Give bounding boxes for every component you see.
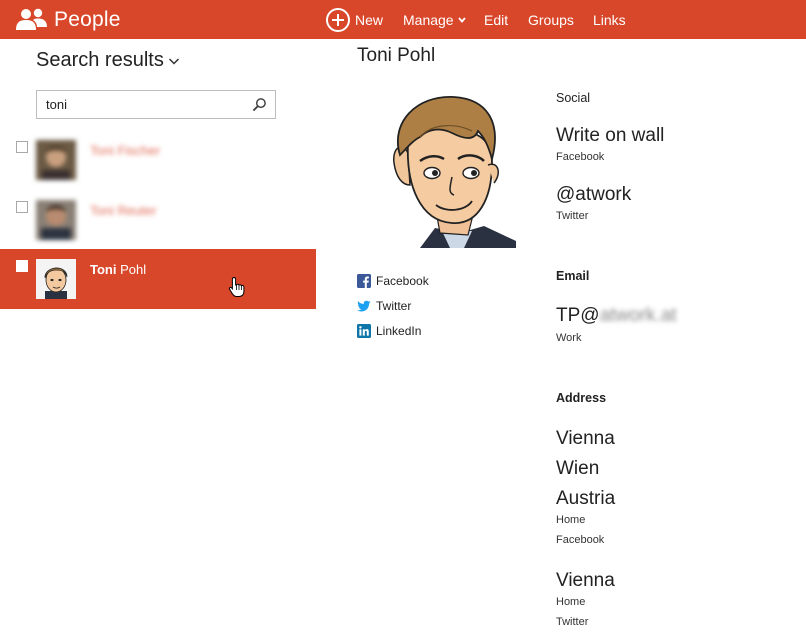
contact-portrait	[380, 93, 516, 248]
result-checkbox[interactable]	[16, 201, 28, 213]
social-value[interactable]: Write on wall	[556, 125, 664, 147]
linkedin-link[interactable]: LinkedIn	[357, 318, 429, 343]
result-name: Toni Pohl	[90, 262, 147, 277]
people-icon	[16, 8, 47, 30]
plus-icon	[326, 7, 350, 32]
groups-link[interactable]: Groups	[528, 12, 574, 28]
result-name: Toni Fischer	[90, 143, 161, 158]
search-input[interactable]	[37, 91, 237, 118]
twitter-icon	[357, 300, 371, 311]
contact-pane: Toni Pohl Facebook Twitter LinkedIn Soci…	[316, 39, 806, 641]
address-line[interactable]: Wien	[556, 458, 599, 480]
address-type: Home	[556, 514, 586, 526]
contact-links: Facebook Twitter LinkedIn	[357, 268, 429, 343]
contact-name: Toni Pohl	[357, 45, 436, 66]
search-results-heading: Search results	[36, 49, 164, 71]
hand-cursor-icon	[228, 276, 245, 297]
avatar	[36, 200, 76, 240]
result-checkbox[interactable]	[16, 141, 28, 153]
avatar	[36, 259, 76, 299]
social-source: Twitter	[556, 210, 589, 222]
result-name: Toni Reuter	[90, 203, 157, 218]
search-icon[interactable]	[252, 97, 267, 112]
search-pane: Search results Toni Fischer Toni Reuter	[0, 39, 316, 641]
app-header: People New Manage Edit Groups Links	[0, 0, 806, 39]
address-line[interactable]: Vienna	[556, 428, 615, 450]
manage-menu[interactable]: Manage	[403, 12, 466, 28]
result-item[interactable]: Toni Reuter	[0, 190, 316, 250]
address-source: Facebook	[556, 534, 605, 546]
facebook-icon	[357, 273, 371, 288]
facebook-link-label: Facebook	[376, 273, 429, 288]
social-heading: Social	[556, 91, 591, 105]
app-title: People	[54, 8, 121, 31]
result-item[interactable]: Toni Fischer	[0, 130, 316, 190]
twitter-link-label: Twitter	[376, 298, 412, 313]
facebook-link[interactable]: Facebook	[357, 268, 429, 293]
email-heading: Email	[556, 269, 590, 283]
address-heading: Address	[556, 391, 607, 405]
linkedin-link-label: LinkedIn	[376, 323, 422, 338]
social-source: Facebook	[556, 151, 605, 163]
new-label: New	[355, 11, 384, 28]
email-value[interactable]: TP@atwork.at	[556, 305, 677, 327]
chevron-down-icon	[168, 57, 179, 65]
result-checkbox[interactable]	[16, 260, 28, 272]
twitter-link[interactable]: Twitter	[357, 293, 429, 318]
address-line[interactable]: Vienna	[556, 570, 615, 592]
address-line[interactable]: Austria	[556, 488, 615, 510]
new-button[interactable]: New	[326, 0, 383, 39]
address-source: Twitter	[556, 616, 589, 628]
result-item-selected[interactable]: Toni Pohl	[0, 249, 316, 309]
address-type: Home	[556, 596, 586, 608]
social-value[interactable]: @atwork	[556, 184, 631, 206]
links-link[interactable]: Links	[593, 12, 626, 28]
chevron-down-icon	[457, 17, 466, 23]
manage-label: Manage	[403, 12, 454, 28]
search-results-dropdown[interactable]: Search results	[36, 49, 180, 72]
avatar	[36, 140, 76, 180]
email-type: Work	[556, 332, 582, 344]
linkedin-icon	[357, 323, 371, 338]
search-box	[36, 90, 276, 119]
app-brand[interactable]: People	[16, 6, 121, 34]
edit-button[interactable]: Edit	[484, 12, 508, 28]
